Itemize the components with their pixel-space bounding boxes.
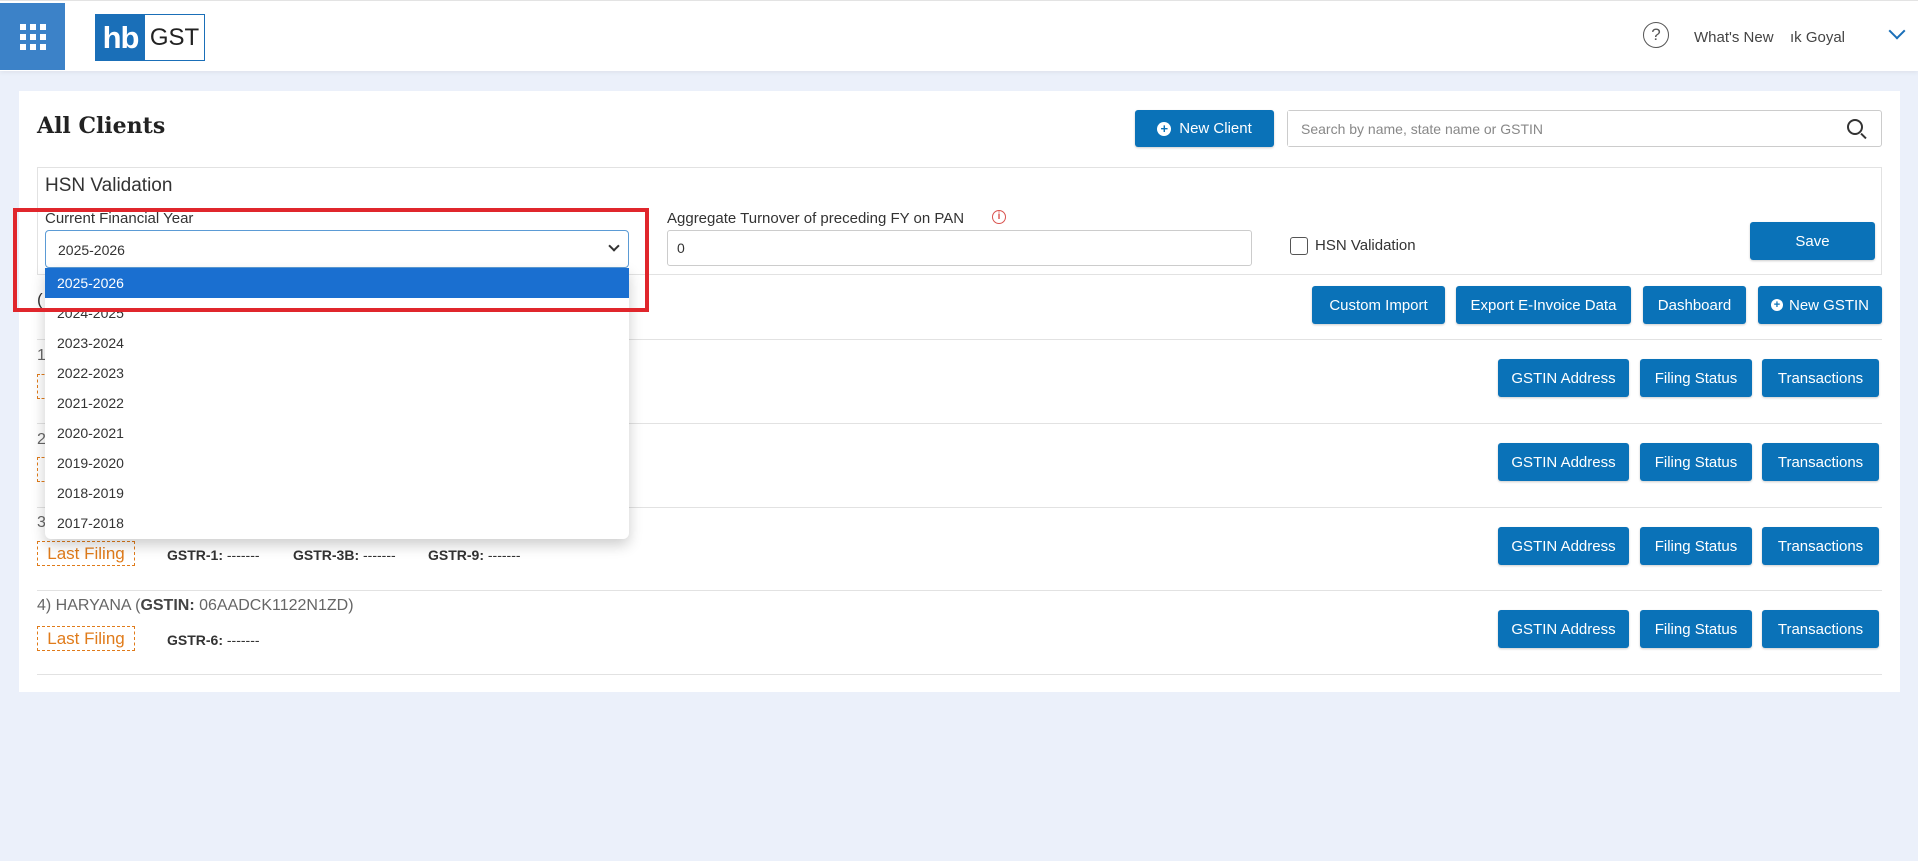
search-box — [1287, 110, 1882, 147]
chevron-down-icon[interactable] — [1888, 22, 1906, 40]
last-filing-badge: Last Filing — [37, 541, 135, 566]
gstin-address-button[interactable]: GSTIN Address — [1498, 443, 1629, 481]
plus-circle-icon: + — [1770, 299, 1783, 311]
filing-status-button[interactable]: Filing Status — [1640, 359, 1752, 397]
filing-status-button[interactable]: Filing Status — [1640, 443, 1752, 481]
gstr3b-status: GSTR-3B: ------- — [293, 547, 396, 563]
client-row-title: 4) HARYANA (GSTIN: 06AADCK1122N1ZD) — [37, 597, 354, 614]
apps-grid-icon[interactable] — [0, 3, 65, 70]
hsn-panel-title: HSN Validation — [45, 175, 173, 196]
gstin-address-button[interactable]: GSTIN Address — [1498, 359, 1629, 397]
hsn-validation-checkbox-label: HSN Validation — [1315, 237, 1416, 254]
financial-year-value: 2025-2026 — [58, 242, 125, 258]
gstr1-status: GSTR-1: ------- — [167, 547, 260, 563]
fy-option[interactable]: 2020-2021 — [45, 418, 629, 448]
export-einvoice-button[interactable]: Export E-Invoice Data — [1456, 286, 1631, 324]
gstin-address-button[interactable]: GSTIN Address — [1498, 527, 1629, 565]
partial-text: ( — [37, 290, 43, 309]
logo-hb-text: hb — [96, 15, 145, 60]
new-client-label: New Client — [1179, 120, 1252, 137]
gstr9-status: GSTR-9: ------- — [428, 547, 521, 563]
fy-option[interactable]: 2017-2018 — [45, 508, 629, 538]
plus-circle-icon: + — [1157, 121, 1172, 136]
fy-option[interactable]: 2022-2023 — [45, 358, 629, 388]
chevron-down-icon — [608, 240, 620, 252]
search-icon[interactable] — [1847, 119, 1863, 135]
custom-import-button[interactable]: Custom Import — [1312, 286, 1445, 324]
financial-year-dropdown: 2025-2026 2024-2025 2023-2024 2022-2023 … — [45, 268, 629, 539]
hbgst-logo[interactable]: hb GST — [95, 14, 205, 61]
new-gstin-button[interactable]: + New GSTIN — [1758, 286, 1882, 324]
financial-year-label: Current Financial Year — [45, 210, 194, 227]
fy-option[interactable]: 2019-2020 — [45, 448, 629, 478]
dashboard-button[interactable]: Dashboard — [1643, 286, 1746, 324]
transactions-button[interactable]: Transactions — [1762, 527, 1879, 565]
divider — [37, 590, 1882, 591]
help-icon[interactable]: ? — [1643, 22, 1669, 48]
search-input[interactable] — [1288, 111, 1828, 146]
turnover-label: Aggregate Turnover of preceding FY on PA… — [667, 210, 965, 227]
fy-option[interactable]: 2021-2022 — [45, 388, 629, 418]
gstr6-status: GSTR-6: ------- — [167, 632, 260, 648]
divider — [37, 674, 1882, 675]
transactions-button[interactable]: Transactions — [1762, 443, 1879, 481]
save-button[interactable]: Save — [1750, 222, 1875, 260]
top-navbar: hb GST ? What's New ık Goyal — [0, 0, 1918, 71]
filing-status-button[interactable]: Filing Status — [1640, 527, 1752, 565]
turnover-input[interactable] — [667, 230, 1252, 266]
financial-year-select[interactable]: 2025-2026 — [45, 230, 629, 268]
info-icon[interactable]: i — [992, 210, 1006, 224]
gstin-address-button[interactable]: GSTIN Address — [1498, 610, 1629, 648]
page-title: All Clients — [37, 113, 166, 139]
last-filing-badge: Last Filing — [37, 626, 135, 651]
fy-option[interactable]: 2024-2025 — [45, 298, 629, 328]
logo-gst-text: GST — [149, 23, 200, 51]
hsn-validation-checkbox[interactable] — [1290, 237, 1308, 255]
whats-new-link[interactable]: What's New — [1694, 29, 1774, 46]
transactions-button[interactable]: Transactions — [1762, 359, 1879, 397]
new-gstin-label: New GSTIN — [1788, 296, 1869, 314]
filing-status-button[interactable]: Filing Status — [1640, 610, 1752, 648]
fy-option[interactable]: 2023-2024 — [45, 328, 629, 358]
fy-option[interactable]: 2025-2026 — [45, 268, 629, 298]
fy-option[interactable]: 2018-2019 — [45, 478, 629, 508]
user-name[interactable]: ık Goyal — [1790, 29, 1845, 46]
transactions-button[interactable]: Transactions — [1762, 610, 1879, 648]
new-client-button[interactable]: + New Client — [1135, 110, 1274, 147]
